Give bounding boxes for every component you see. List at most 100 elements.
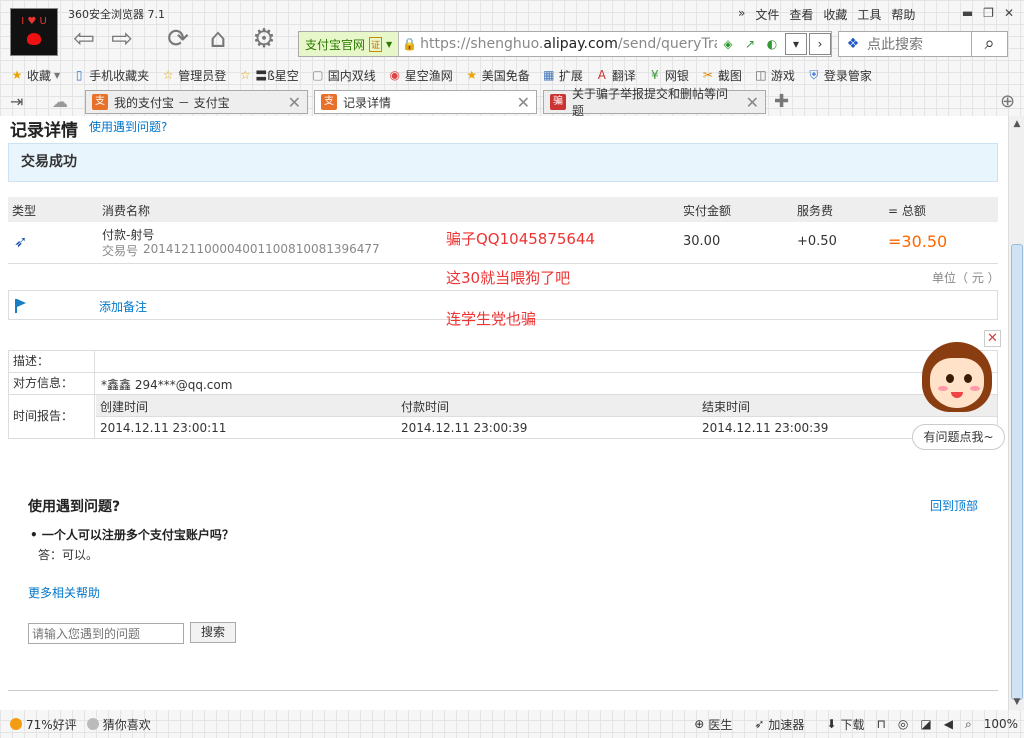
go-button[interactable]: ›: [809, 33, 831, 55]
url-prefix: https://shenghuo.: [420, 36, 544, 52]
cloud-icon[interactable]: ☁: [52, 92, 68, 111]
fav-label: 游戏: [770, 68, 795, 83]
scroll-thumb[interactable]: [1011, 244, 1023, 700]
accelerator-item[interactable]: ➶ 加速器: [754, 716, 804, 733]
speaker-icon[interactable]: ◀: [944, 717, 953, 731]
tile-icon[interactable]: ◪: [920, 717, 931, 731]
assistant-eye: [964, 374, 972, 383]
search-button[interactable]: ⌕: [971, 32, 1007, 56]
assistant-eye: [946, 374, 954, 383]
cleanup-icon[interactable]: ◎: [898, 717, 908, 731]
minimize-icon[interactable]: ▬: [962, 6, 973, 20]
menu-help[interactable]: 帮助: [891, 6, 915, 23]
assistant-face: [930, 358, 984, 408]
user-avatar[interactable]: I ♥ U: [10, 8, 58, 56]
counterparty-label: 对方信息：: [9, 373, 95, 394]
tab-close-icon[interactable]: ✕: [746, 93, 759, 112]
url-text[interactable]: https://shenghuo.alipay.com/send/queryTr…: [420, 36, 717, 52]
time-report-label: 时间报告：: [9, 395, 95, 438]
guess-item[interactable]: 猜你喜欢: [86, 716, 151, 733]
site-badge[interactable]: 支付宝官网 证 ▼: [299, 32, 400, 56]
url-dropdown-button[interactable]: ▾: [785, 33, 807, 55]
tab-scam-report[interactable]: 骗 关于骗子举报提交和删帖等问题 ✕: [543, 87, 766, 118]
fav-item-xingkong[interactable]: ☆ 〓ß星空: [238, 67, 299, 84]
fav-item-translate[interactable]: A 翻译: [595, 67, 636, 84]
fav-item-admin[interactable]: ☆ 管理员登: [161, 67, 226, 84]
scroll-down-icon[interactable]: ▼: [1009, 694, 1024, 710]
fav-item-us-free[interactable]: ★ 美国免备: [465, 67, 529, 84]
zoom-level[interactable]: 100%: [984, 717, 1018, 731]
download-icon: ⬇: [826, 717, 837, 731]
fav-item-bank[interactable]: ¥ 网银: [648, 67, 689, 84]
assistant-bubble[interactable]: 有问题点我~: [912, 424, 1005, 450]
tab-list-icon[interactable]: ⊕: [1000, 91, 1015, 112]
url-suffix: /send/queryTran: [617, 36, 717, 52]
info-row-counterparty: 对方信息： *鑫鑫 294***@qq.com: [9, 373, 997, 395]
sidebar-toggle-icon[interactable]: ⇥: [10, 92, 23, 111]
finished-time-value: 2014.12.11 23:00:39: [702, 421, 829, 435]
globe-icon: ◉: [389, 68, 401, 82]
assistant-avatar[interactable]: [920, 342, 994, 416]
tab-close-icon[interactable]: ✕: [517, 93, 530, 112]
fav-item-screenshot[interactable]: ✂ 截图: [701, 67, 742, 84]
fav-item-games[interactable]: ◫ 游戏: [754, 67, 795, 84]
doctor-label: 医生: [708, 717, 733, 732]
fav-item-login-manager[interactable]: ⛨ 登录管家: [807, 67, 872, 84]
search-engine-icon[interactable]: ❖: [839, 36, 867, 52]
menu-expand-icon[interactable]: »: [738, 6, 745, 23]
help-search-button[interactable]: 搜索: [190, 622, 236, 643]
gear-icon: ⚙: [252, 24, 276, 54]
tab-close-icon[interactable]: ✕: [288, 93, 301, 112]
search-input[interactable]: [867, 36, 971, 52]
forward-button[interactable]: ⇨: [104, 24, 140, 54]
star-icon: ☆: [162, 68, 174, 82]
download-item[interactable]: ⬇ 下载: [826, 716, 864, 733]
home-button[interactable]: ⌂: [200, 24, 236, 54]
security-shield-icon[interactable]: ◈: [717, 37, 739, 51]
close-icon[interactable]: ✕: [1004, 6, 1014, 20]
fav-label: 扩展: [558, 68, 583, 83]
fav-item-extensions[interactable]: ▦ 扩展: [542, 67, 583, 84]
help-link[interactable]: 使用遇到问题?: [89, 118, 167, 135]
doctor-item[interactable]: ⊕ 医生: [694, 716, 732, 733]
trade-number-label: 交易号: [102, 244, 139, 258]
scroll-up-icon[interactable]: ▲: [1009, 116, 1024, 132]
fav-item-mobile[interactable]: ▯ 手机收藏夹: [72, 67, 149, 84]
help-title: 使用遇到问题?: [28, 499, 121, 515]
paid-time-label: 付款时间: [401, 400, 450, 414]
page-icon: ▢: [312, 68, 324, 82]
settings-button[interactable]: ⚙: [246, 24, 282, 54]
tab-my-alipay[interactable]: 支 我的支付宝 － 支付宝 ✕: [85, 90, 308, 114]
fav-label: 收藏: [27, 68, 52, 83]
status-bar: 71%好评 猜你喜欢 ⊕ 医生 ➶ 加速器 ⬇ 下载 ⊓ ◎ ◪ ◀ ⌕ 100%: [0, 710, 1024, 738]
more-help-link[interactable]: 更多相关帮助: [28, 584, 100, 601]
back-button[interactable]: ⇦: [66, 24, 102, 54]
vertical-scrollbar[interactable]: ▲ ▼: [1008, 116, 1024, 710]
menu-favorites[interactable]: 收藏: [823, 6, 847, 23]
compat-mode-icon[interactable]: ◐: [761, 37, 783, 51]
menu-file[interactable]: 文件: [755, 6, 779, 23]
fav-item-domestic[interactable]: ▢ 国内双线: [311, 67, 376, 84]
fav-item-favorites[interactable]: ★ 收藏 ▼: [10, 67, 61, 84]
menu-view[interactable]: 查看: [789, 6, 813, 23]
menu-tools[interactable]: 工具: [857, 6, 881, 23]
help-search-input[interactable]: [28, 623, 184, 644]
share-icon[interactable]: ↗: [739, 37, 761, 51]
guess-label: 猜你喜欢: [102, 717, 151, 732]
faq-answer: 答：可以。: [38, 548, 99, 562]
new-tab-icon[interactable]: ✚: [774, 91, 789, 112]
zoom-icon[interactable]: ⌕: [965, 717, 972, 732]
refresh-icon: ⟳: [167, 24, 189, 54]
restore-icon[interactable]: ❐: [983, 6, 994, 20]
tab-record-details[interactable]: 支 记录详情 ✕: [314, 90, 537, 114]
flag-icon: [15, 299, 27, 313]
window-icon[interactable]: ⊓: [877, 717, 886, 731]
header-name: 消费名称: [102, 204, 151, 218]
add-remark-link[interactable]: 添加备注: [99, 298, 147, 315]
shield-icon: ⛨: [809, 67, 819, 82]
rating-item[interactable]: 71%好评: [10, 716, 77, 733]
back-to-top-link[interactable]: 回到顶部: [930, 497, 978, 514]
address-bar[interactable]: 支付宝官网 证 ▼ 🔒 https://shenghuo.alipay.com/…: [298, 31, 832, 57]
fav-item-yuwang[interactable]: ◉ 星空渔网: [388, 67, 453, 84]
refresh-button[interactable]: ⟳: [160, 24, 196, 54]
